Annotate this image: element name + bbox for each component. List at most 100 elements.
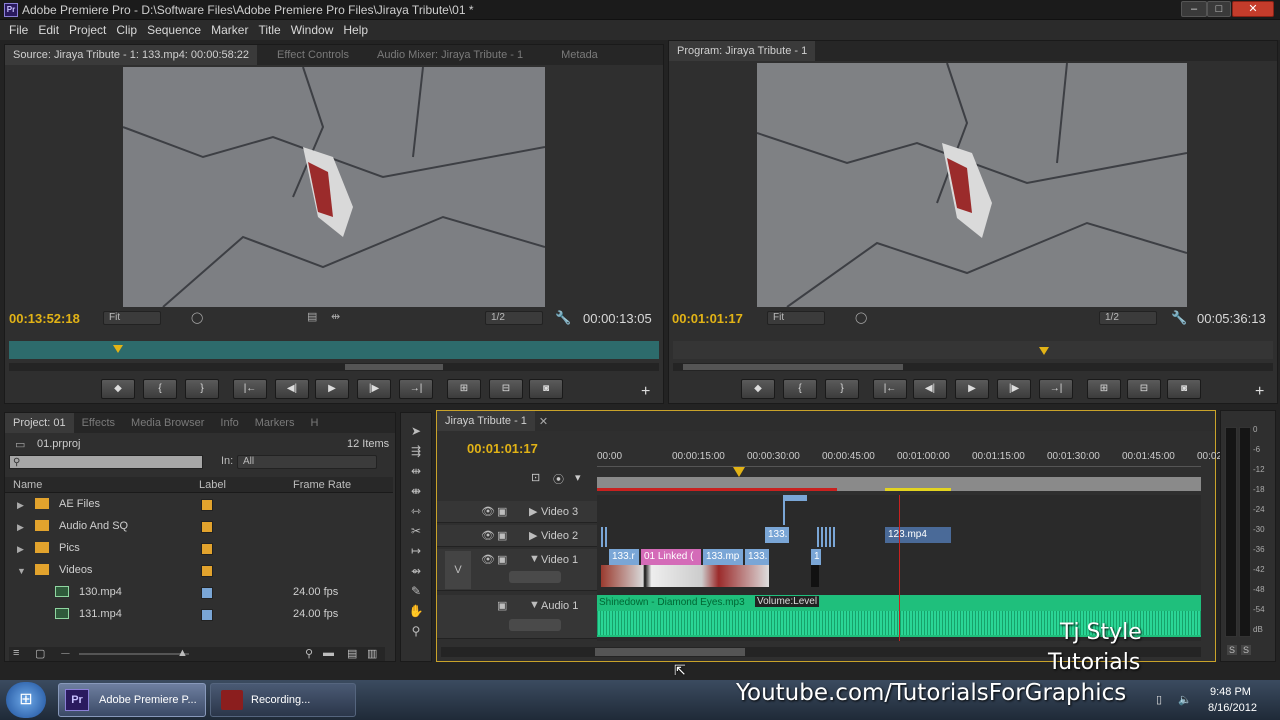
collapse-arrow-icon[interactable]: ▼ [529,599,540,611]
close-sequence-icon[interactable]: ✕ [535,415,548,428]
video3-clip[interactable] [783,495,807,501]
tab-source[interactable]: Source: Jiraya Tribute - 1: 133.mp4: 00:… [5,45,258,65]
minimize-button[interactable]: – [1181,1,1207,17]
track-name-video3[interactable]: Video 3 [541,506,578,518]
tab-audio-mixer[interactable]: Audio Mixer: Jiraya Tribute - 1 [357,45,531,65]
zoom-tool-icon[interactable]: ⚲ [405,623,427,639]
program-mark-in-button[interactable]: { [783,379,817,399]
program-resolution-dropdown[interactable]: 1/2 [1099,311,1157,325]
split-icon[interactable]: ⇹ [331,310,340,323]
add-marker-button[interactable]: ◆ [101,379,135,399]
source-fit-dropdown[interactable]: Fit [103,311,161,325]
volume-level-dropdown[interactable]: Volume:Level [755,596,820,607]
step-forward-button[interactable]: |▶ [357,379,391,399]
video1-clip-133mp[interactable]: 133.mp [703,549,743,565]
collapse-arrow-icon[interactable]: ▼ [529,553,540,565]
keyframe-control[interactable] [509,571,561,583]
film-strip-icon[interactable]: ▣ [497,505,507,518]
tab-history[interactable]: H [302,413,326,433]
label-swatch[interactable] [201,587,213,599]
label-swatch[interactable] [201,565,213,577]
video2-clip-123[interactable]: 123.mp4 [885,527,951,543]
project-list-item[interactable]: ▼ Videos [5,561,385,583]
list-view-icon[interactable]: ≡ [13,647,19,659]
menu-project[interactable]: Project [64,20,111,40]
slip-tool-icon[interactable]: ↦ [405,543,427,559]
program-wrench-icon[interactable]: 🔧 [1171,310,1187,326]
program-step-forward-button[interactable]: |▶ [997,379,1031,399]
mark-in-button[interactable]: { [143,379,177,399]
selection-tool-icon[interactable]: ➤ [405,423,427,439]
eye-icon[interactable]: 👁 [481,529,495,542]
taskbar-recording[interactable]: Recording... [210,683,356,717]
maximize-button[interactable]: □ [1207,1,1231,17]
solo-right-button[interactable]: S [1241,645,1252,655]
menu-file[interactable]: File [4,20,33,40]
overwrite-button[interactable]: ⊟ [489,379,523,399]
go-to-out-button[interactable]: →| [399,379,433,399]
expand-arrow-icon[interactable]: ▶ [17,522,24,533]
tab-project[interactable]: Project: 01 [5,413,74,433]
video2-clip-strips[interactable] [817,527,835,547]
start-button[interactable]: ⊞ [6,682,46,718]
source-zoom-bar[interactable] [9,363,659,371]
program-zoom-bar[interactable] [673,363,1273,371]
column-name[interactable]: Name [13,479,42,491]
source-playhead-icon[interactable] [113,345,123,353]
expand-arrow-icon[interactable]: ▶ [17,500,24,511]
track-select-tool-icon[interactable]: ⇶ [405,443,427,459]
work-area-bar[interactable] [597,477,1201,491]
extract-button[interactable]: ⊟ [1127,379,1161,399]
program-safe-margins-icon[interactable]: ◯ [855,311,867,324]
film-strip-icon[interactable]: ▣ [497,529,507,542]
safe-margins-icon[interactable]: ◯ [191,311,203,324]
marker-icon[interactable]: ▾ [575,471,581,484]
hand-tool-icon[interactable]: ✋ [405,603,427,619]
expand-arrow-icon[interactable]: ▼ [17,566,26,576]
go-to-in-button[interactable]: |← [233,379,267,399]
label-swatch[interactable] [201,609,213,621]
delete-icon[interactable]: ▥ [367,647,377,660]
video1-clip-1[interactable]: 1 [811,549,821,565]
label-swatch[interactable] [201,543,213,555]
program-scrub-bar[interactable] [673,341,1273,359]
film-icon[interactable]: ▤ [307,310,317,323]
insert-button[interactable]: ⊞ [447,379,481,399]
program-export-frame-button[interactable]: ◙ [1167,379,1201,399]
slide-tool-icon[interactable]: ⇴ [405,563,427,579]
project-list-item[interactable]: ▶ Audio And SQ [5,517,385,539]
program-go-to-out-button[interactable]: →| [1039,379,1073,399]
volume-icon[interactable]: 🔈 [1178,693,1192,706]
program-play-button[interactable]: ▶ [955,379,989,399]
video2-clip-133[interactable]: 133. [765,527,789,543]
speaker-icon[interactable]: ▣ [497,599,507,612]
tab-media-browser[interactable]: Media Browser [123,413,212,433]
close-button[interactable]: ✕ [1232,1,1274,17]
column-label[interactable]: Label [199,479,226,491]
export-frame-button[interactable]: ◙ [529,379,563,399]
video1-clip-133b[interactable]: 133. [745,549,769,565]
menu-window[interactable]: Window [286,20,339,40]
rolling-edit-tool-icon[interactable]: ⇼ [405,483,427,499]
clock-date[interactable]: 8/16/2012 [1208,702,1257,714]
source-resolution-dropdown[interactable]: 1/2 [485,311,543,325]
project-search-input[interactable]: ⚲ [9,455,203,469]
menu-title[interactable]: Title [253,20,285,40]
play-button[interactable]: ▶ [315,379,349,399]
new-item-icon[interactable]: ▤ [347,647,357,660]
track-name-video1[interactable]: Video 1 [541,554,578,566]
timeline-playhead-icon[interactable] [733,467,745,477]
expand-arrow-icon[interactable]: ▶ [529,529,537,542]
playhead-line[interactable] [899,495,900,641]
lift-button[interactable]: ⊞ [1087,379,1121,399]
snap-icon[interactable]: ⊡ [531,471,540,484]
menu-edit[interactable]: Edit [33,20,64,40]
expand-arrow-icon[interactable]: ▶ [529,505,537,518]
new-bin-icon[interactable]: ▬ [323,647,334,659]
menu-sequence[interactable]: Sequence [142,20,206,40]
battery-icon[interactable]: ▯ [1156,693,1162,706]
source-patch-v[interactable]: V [445,551,471,589]
menu-marker[interactable]: Marker [206,20,253,40]
wrench-icon[interactable]: 🔧 [555,310,571,326]
track-name-video2[interactable]: Video 2 [541,530,578,542]
